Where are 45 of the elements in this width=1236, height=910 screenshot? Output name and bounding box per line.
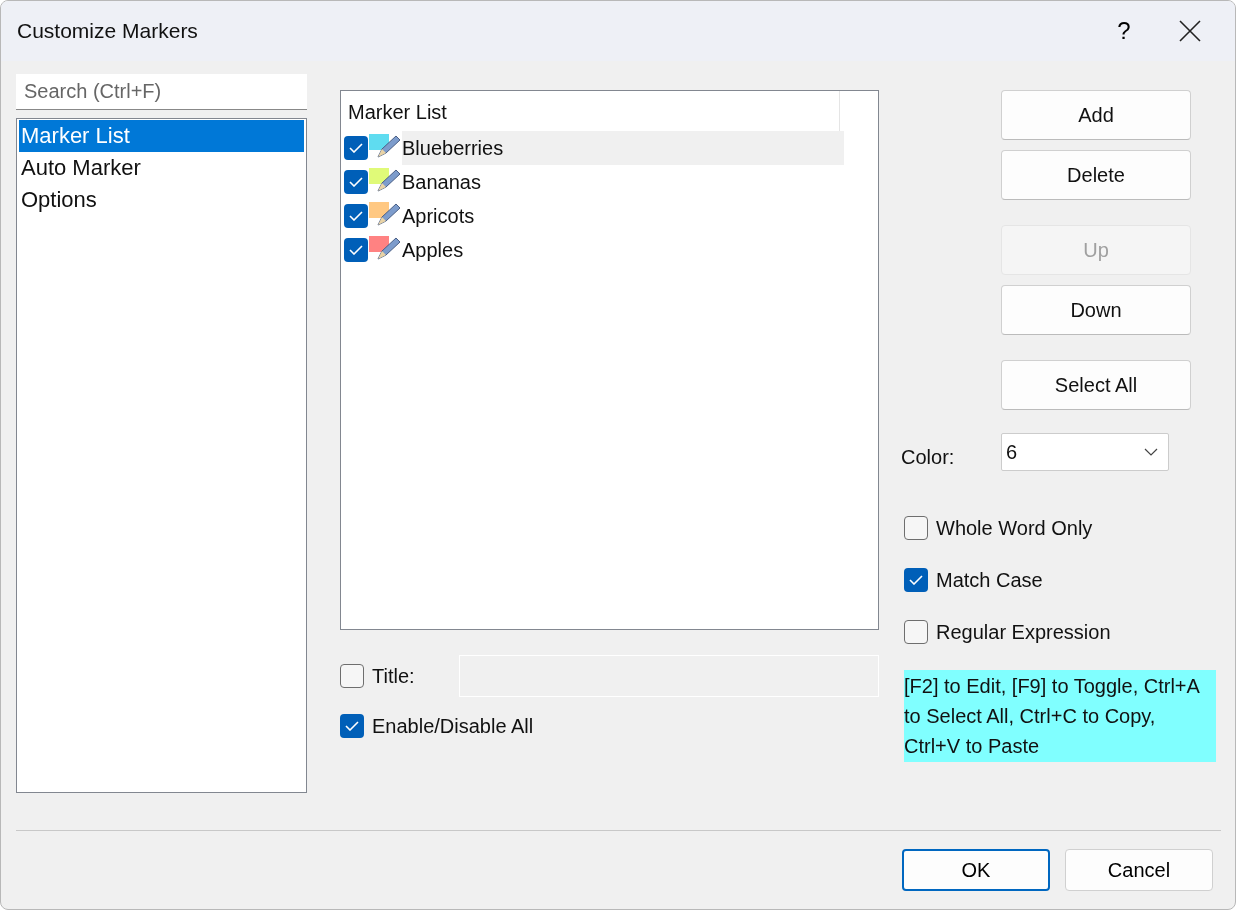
enable-label: Enable/Disable All <box>372 714 534 738</box>
pencil-icon <box>377 169 401 192</box>
marker-item[interactable]: Apples <box>402 233 844 267</box>
option-label: Whole Word Only <box>936 516 1093 540</box>
pencil-icon <box>377 237 401 260</box>
color-dropdown[interactable]: 6 <box>1001 433 1169 471</box>
marker-item[interactable]: Bananas <box>402 165 844 199</box>
marker-checkbox[interactable] <box>344 170 368 194</box>
action-button[interactable]: Select All <box>1001 360 1191 410</box>
marker-item[interactable]: Blueberries <box>402 131 844 165</box>
marker-item[interactable]: Apricots <box>402 199 844 233</box>
window-title: Customize Markers <box>17 19 199 43</box>
checkmark-icon <box>349 245 363 255</box>
color-label: Color: <box>901 444 956 469</box>
checkmark-icon <box>349 177 363 187</box>
option-label: Match Case <box>936 568 1043 592</box>
nav-item[interactable]: Options <box>19 184 304 216</box>
title-checkbox[interactable] <box>340 664 364 688</box>
action-button[interactable]: Down <box>1001 285 1191 335</box>
title-label: Title: <box>372 664 415 688</box>
enable-checkbox[interactable] <box>340 714 364 738</box>
pencil-icon <box>377 203 401 226</box>
option-checkbox[interactable] <box>904 516 928 540</box>
action-button[interactable]: Add <box>1001 90 1191 140</box>
pencil-icon <box>377 135 401 158</box>
dialog-button[interactable]: OK <box>902 849 1050 891</box>
checkmark-icon <box>909 575 923 585</box>
chevron-down-icon <box>1144 448 1158 456</box>
dialog-button[interactable]: Cancel <box>1065 849 1213 891</box>
option-label: Regular Expression <box>936 620 1111 644</box>
nav-item[interactable]: Auto Marker <box>19 152 304 184</box>
nav-item[interactable]: Marker List <box>19 120 304 152</box>
marker-checkbox[interactable] <box>344 136 368 160</box>
action-button[interactable]: Delete <box>1001 150 1191 200</box>
marker-checkbox[interactable] <box>344 238 368 262</box>
help-button[interactable]: ? <box>1101 8 1147 54</box>
checkmark-icon <box>349 211 363 221</box>
close-icon <box>1179 20 1201 42</box>
marker-checkbox[interactable] <box>344 204 368 228</box>
option-checkbox[interactable] <box>904 620 928 644</box>
checkmark-icon <box>345 721 359 731</box>
search-field[interactable]: Search (Ctrl+F) <box>16 74 307 110</box>
option-checkbox[interactable] <box>904 568 928 592</box>
checkmark-icon <box>349 143 363 153</box>
shortcut-hint: [F2] to Edit, [F9] to Toggle, Ctrl+A to Select All, Ctrl+C to Copy, Ctrl+V to Paste <box>904 670 1216 762</box>
